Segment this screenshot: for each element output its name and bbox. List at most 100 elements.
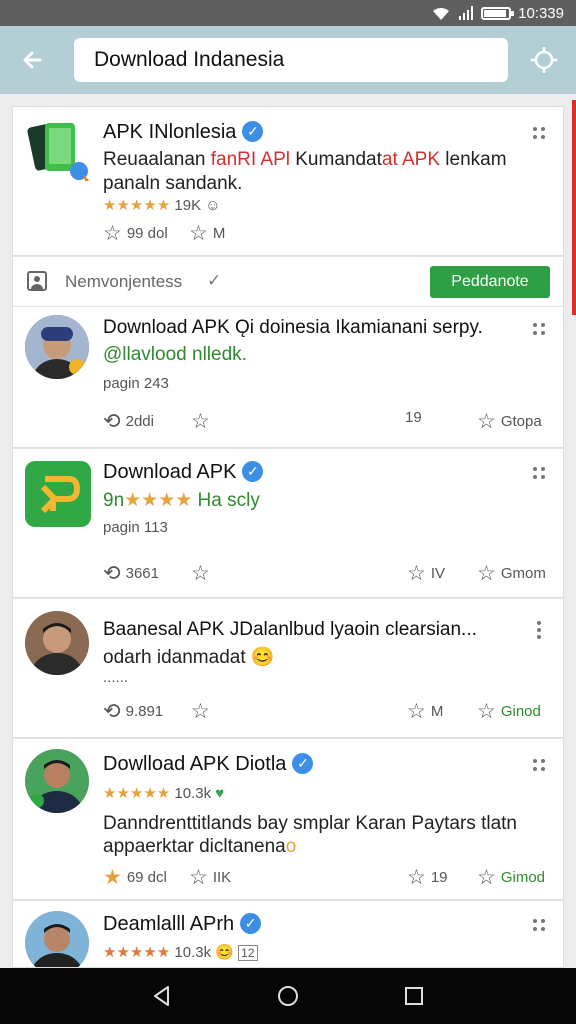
post-card[interactable]: Deamlalll APrh ✓ ★★★★★ 10.3k 😊 12 (12, 900, 564, 968)
post-description: Danndrenttitlands bay smplar Karan Payta… (103, 813, 517, 834)
search-input[interactable]: Download Indanesia (74, 38, 508, 82)
comment-button[interactable]: ⟲ 9.891 (103, 699, 163, 724)
star-icon: ☆ (407, 866, 426, 889)
rating-row: ★★★★★ 19K ☺ (103, 196, 221, 214)
avatar (25, 749, 89, 813)
stat-more[interactable]: ☆ IIK (189, 865, 231, 890)
more-vert-icon[interactable] (531, 621, 549, 639)
rating-row: ★★★★★ 10.3k 😊 12 (103, 943, 258, 961)
post-title: Download APK Ǫi doinesia Ikamianani serp… (103, 317, 483, 338)
star-icon: ☆ (103, 222, 122, 245)
system-nav-bar (0, 968, 576, 1024)
more-vert-icon[interactable] (531, 125, 549, 143)
post-meta: pagin 243 (103, 375, 169, 392)
like-button[interactable]: ☆ (191, 699, 210, 724)
app-icon (27, 119, 89, 183)
post-card[interactable]: Download APK ✓ 9n★★★★ Ha scly pagin 113 ⟲… (12, 448, 564, 598)
more-vert-icon[interactable] (531, 465, 549, 483)
save-button[interactable]: ☆ Gimod (477, 865, 545, 890)
comment-icon: ⟲ (103, 410, 121, 433)
app-title: Download APK (103, 461, 237, 483)
nav-home-icon[interactable] (274, 982, 302, 1010)
star-icon: ☆ (477, 866, 496, 889)
star-icon: ☆ (407, 562, 426, 585)
save-button[interactable]: ☆ Gtopa (477, 409, 542, 434)
status-bar: 10:339 (0, 0, 576, 26)
scan-icon[interactable] (528, 44, 560, 76)
post-card[interactable]: Download APK Ǫi doinesia Ikamianani serp… (12, 306, 564, 448)
badge-count: 12 (238, 945, 258, 961)
nav-back-icon[interactable] (148, 982, 176, 1010)
app-subtitle: 9n★★★★ Ha scly (103, 490, 260, 511)
person-icon (27, 271, 47, 291)
recommendation-row: Nemvonjentess ✓ Peddanote (12, 256, 564, 306)
post-subtitle: @llavlood nlledk. (103, 344, 247, 365)
share-button[interactable]: ☆ 19 (407, 865, 448, 890)
save-button[interactable]: ☆ Ginod (477, 699, 541, 724)
star-rating: ★★★★★ (103, 785, 171, 802)
heart-icon: ♥ (215, 785, 225, 802)
nav-recents-icon[interactable] (400, 982, 428, 1010)
like-button[interactable]: ☆ (191, 561, 210, 586)
share-button[interactable]: ☆ IV (407, 561, 445, 586)
share-button[interactable]: ☆ M (407, 699, 443, 724)
rating-count: 10.3k (174, 785, 212, 802)
emoji-icon: 😊 (215, 944, 234, 961)
post-description-line2: appaerktar dicltanenao (103, 836, 297, 857)
emoji-icon: 😊 (250, 647, 275, 668)
star-icon: ☆ (477, 700, 496, 723)
stat-more[interactable]: ☆ M (189, 221, 225, 246)
comment-icon: ⟲ (103, 562, 121, 585)
star-icon: ☆ (191, 562, 210, 585)
star-icon: ☆ (189, 222, 208, 245)
like-button[interactable]: ☆ (191, 409, 210, 434)
star-icon: ☆ (407, 700, 426, 723)
stat-favorites[interactable]: ☆ 99 dol (103, 221, 168, 246)
post-card[interactable]: Dowlload APK Diotla ✓ ★★★★★ 10.3k ♥ Dannd… (12, 738, 564, 900)
star-rating: ★★★★★ (103, 197, 171, 214)
app-title: Dowlload APK Diotla (103, 753, 287, 775)
save-button[interactable]: ☆ Gmom (477, 561, 546, 586)
wifi-icon (433, 7, 450, 21)
stat-favorites[interactable]: ★ 69 dcl (103, 865, 167, 890)
checkmark-icon: ✓ (207, 271, 222, 290)
rating-row: ★★★★★ 10.3k ♥ (103, 784, 224, 802)
more-vert-icon[interactable] (531, 321, 549, 339)
scroll-indicator[interactable] (572, 100, 576, 315)
star-icon: ☆ (189, 866, 208, 889)
status-time: 10:339 (518, 4, 564, 22)
comment-button[interactable]: ⟲ 3661 (103, 561, 159, 586)
star-icon: ☆ (477, 562, 496, 585)
post-subtitle: odarh idanmadat (103, 647, 246, 668)
verified-icon: ✓ (292, 753, 314, 774)
star-icon: ☆ (477, 410, 496, 433)
post-meta: pagin 113 (103, 519, 168, 536)
back-arrow-icon[interactable] (18, 44, 50, 76)
app-description-line2: panaln sandank. (103, 173, 243, 194)
star-icon: ☆ (191, 700, 210, 723)
verified-icon: ✓ (240, 913, 262, 934)
more-vert-icon[interactable] (531, 757, 549, 775)
app-title: APK INlonlesia (103, 121, 237, 143)
app-description: Reuaalanan fanRI APl Kumandatat APK lenk… (103, 149, 507, 170)
signal-icon (459, 6, 474, 20)
star-icon: ☆ (191, 410, 210, 433)
star-icon: ★ (103, 866, 122, 889)
search-app-bar: Download Indanesia (0, 26, 576, 94)
comment-button[interactable]: ⟲ 2ddi (103, 409, 154, 434)
rating-count: 19K (174, 197, 202, 214)
post-card[interactable]: Baanesal APK JDalanlbud lyaoin clearsian… (12, 598, 564, 738)
avatar (25, 315, 89, 379)
verified-icon: ✓ (242, 461, 264, 482)
battery-icon (481, 6, 515, 20)
avatar (25, 911, 89, 967)
section-label: Nemvonjentess (65, 272, 183, 291)
smiley-icon: ☺ (205, 197, 221, 214)
follow-button[interactable]: Peddanote (430, 266, 550, 298)
comment-icon: ⟲ (103, 700, 121, 723)
more-vert-icon[interactable] (531, 917, 549, 935)
share-button[interactable]: 19 (405, 409, 422, 426)
rating-count: 10.3k (174, 944, 212, 961)
app-result-card[interactable]: APK INlonlesia ✓ Reuaalanan fanRI APl Kum… (12, 106, 564, 256)
post-meta: ...... (103, 669, 129, 686)
